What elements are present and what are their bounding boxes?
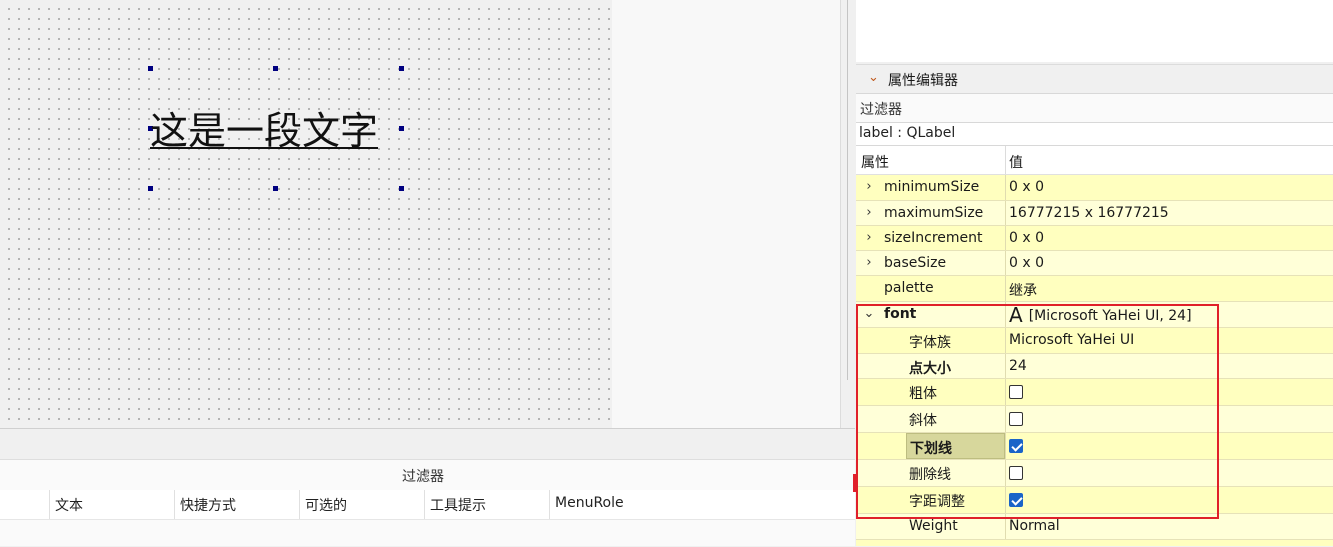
column-header-text[interactable]: 文本: [49, 490, 175, 519]
object-class-label: label : QLabel: [856, 123, 1333, 146]
resize-handle-bottom-right[interactable]: [399, 186, 404, 191]
resize-handle-top-right[interactable]: [399, 66, 404, 71]
property-row-partial: [856, 540, 1333, 546]
design-canvas[interactable]: 这是一段文字: [0, 0, 612, 428]
column-label: MenuRole: [555, 495, 624, 511]
resize-handle-top-left[interactable]: [148, 66, 153, 71]
property-name: palette: [884, 280, 934, 296]
chevron-right-icon[interactable]: ›: [863, 205, 875, 220]
property-value[interactable]: 0 x 0: [1009, 230, 1044, 246]
property-editor-title: 属性编辑器: [888, 73, 958, 89]
property-row-palette[interactable]: palette 继承: [856, 276, 1333, 302]
resize-handle-top[interactable]: [273, 66, 278, 71]
annotation-highlight-box: [856, 304, 1219, 519]
property-name: sizeIncrement: [884, 230, 983, 246]
action-table-header: 文本 快捷方式 可选的 工具提示 MenuRole: [0, 490, 855, 520]
resize-handle-right[interactable]: [399, 126, 404, 131]
action-table-body: [0, 520, 855, 546]
property-value[interactable]: 0 x 0: [1009, 255, 1044, 271]
property-value[interactable]: 继承: [1009, 280, 1037, 300]
property-column-header[interactable]: 属性: [861, 152, 889, 172]
property-editor-titlebar[interactable]: ⌄ 属性编辑器: [856, 64, 1333, 93]
object-inspector-area: [856, 0, 1333, 62]
value-column-header[interactable]: 值: [1009, 152, 1023, 172]
property-value[interactable]: 16777215 x 16777215: [1009, 205, 1169, 221]
property-row-maximumSize[interactable]: › maximumSize 16777215 x 16777215: [856, 201, 1333, 226]
vertical-splitter[interactable]: [840, 0, 856, 428]
property-filter-placeholder: 过滤器: [860, 102, 902, 118]
column-label: 可选的: [305, 498, 347, 514]
resize-handle-bottom-left[interactable]: [148, 186, 153, 191]
column-label: 工具提示: [430, 498, 486, 514]
chevron-right-icon[interactable]: ›: [863, 255, 875, 270]
property-row-sizeIncrement[interactable]: › sizeIncrement 0 x 0: [856, 226, 1333, 251]
canvas-margin: [612, 0, 840, 428]
property-value[interactable]: 0 x 0: [1009, 179, 1044, 195]
column-label: 文本: [55, 498, 83, 514]
property-name: minimumSize: [884, 179, 980, 195]
property-filter-input[interactable]: 过滤器: [856, 93, 1333, 123]
chevron-right-icon[interactable]: ›: [863, 230, 875, 245]
column-label: 快捷方式: [180, 498, 236, 514]
chevron-right-icon[interactable]: ›: [863, 179, 875, 194]
column-header-tooltip[interactable]: 工具提示: [424, 490, 550, 519]
property-name: Weight: [909, 518, 958, 534]
column-header-shortcut[interactable]: 快捷方式: [174, 490, 300, 519]
column-header-menurole[interactable]: MenuRole: [549, 490, 856, 519]
property-table-header: 属性 值: [856, 146, 1333, 175]
property-name: maximumSize: [884, 205, 984, 221]
property-value[interactable]: Normal: [1009, 518, 1060, 534]
selected-label-widget[interactable]: 这是一段文字: [150, 108, 378, 154]
property-row-minimumSize[interactable]: › minimumSize 0 x 0: [856, 175, 1333, 201]
chevron-down-icon[interactable]: ⌄: [868, 70, 879, 85]
resize-handle-bottom[interactable]: [273, 186, 278, 191]
object-name: label : QLabel: [859, 125, 956, 141]
action-filter-placeholder: 过滤器: [402, 469, 444, 485]
action-filter-input[interactable]: 过滤器: [0, 459, 855, 491]
property-row-baseSize[interactable]: › baseSize 0 x 0: [856, 251, 1333, 276]
column-header-checkable[interactable]: 可选的: [299, 490, 425, 519]
property-name: baseSize: [884, 255, 947, 271]
annotation-marker: [853, 474, 856, 492]
